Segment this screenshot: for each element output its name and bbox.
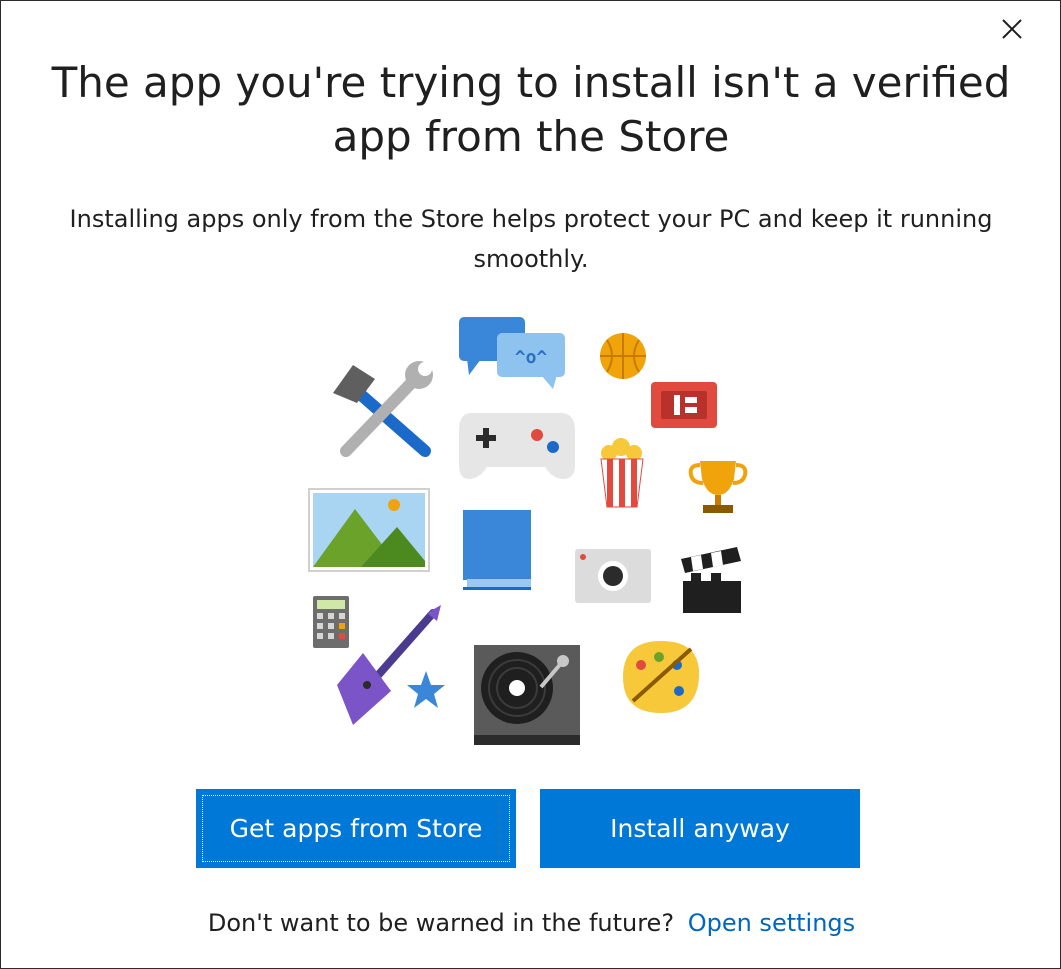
close-button[interactable]: [992, 9, 1032, 49]
dialog-title: The app you're trying to install isn't a…: [51, 58, 1011, 161]
hammer-wrench-icon: [333, 361, 433, 457]
camera-icon: [575, 549, 651, 603]
basketball-icon: [600, 333, 646, 379]
paint-palette-icon: [623, 641, 700, 713]
clapperboard-icon: [681, 547, 741, 613]
photo-icon: [308, 488, 430, 572]
gamepad-icon: [459, 413, 575, 479]
guitar-icon: [337, 605, 441, 725]
popcorn-icon: [600, 438, 644, 508]
trophy-icon: [688, 461, 748, 513]
calculator-icon: [313, 596, 349, 648]
chat-icon: ^o^: [459, 317, 565, 389]
open-settings-link[interactable]: Open settings: [688, 909, 855, 937]
ticket-icon: [651, 382, 717, 428]
focus-rectangle: [202, 795, 510, 862]
get-apps-from-store-button[interactable]: Get apps from Store: [196, 789, 516, 868]
install-anyway-button[interactable]: Install anyway: [540, 789, 860, 868]
install-anyway-label: Install anyway: [610, 814, 790, 843]
warning-question: Don't want to be warned in the future?: [207, 909, 675, 937]
turntable-icon: [474, 645, 580, 745]
settings-footer: Don't want to be warned in the future? O…: [1, 903, 1061, 943]
dialog-subtitle: Installing apps only from the Store help…: [69, 205, 993, 273]
chat-bubble-text: ^o^: [515, 347, 548, 368]
unverified-app-dialog: The app you're trying to install isn't a…: [0, 0, 1061, 969]
store-apps-illustration: ^o^: [308, 317, 748, 745]
close-icon: [1002, 19, 1022, 39]
star-icon: [407, 671, 445, 708]
book-icon: [463, 510, 531, 590]
